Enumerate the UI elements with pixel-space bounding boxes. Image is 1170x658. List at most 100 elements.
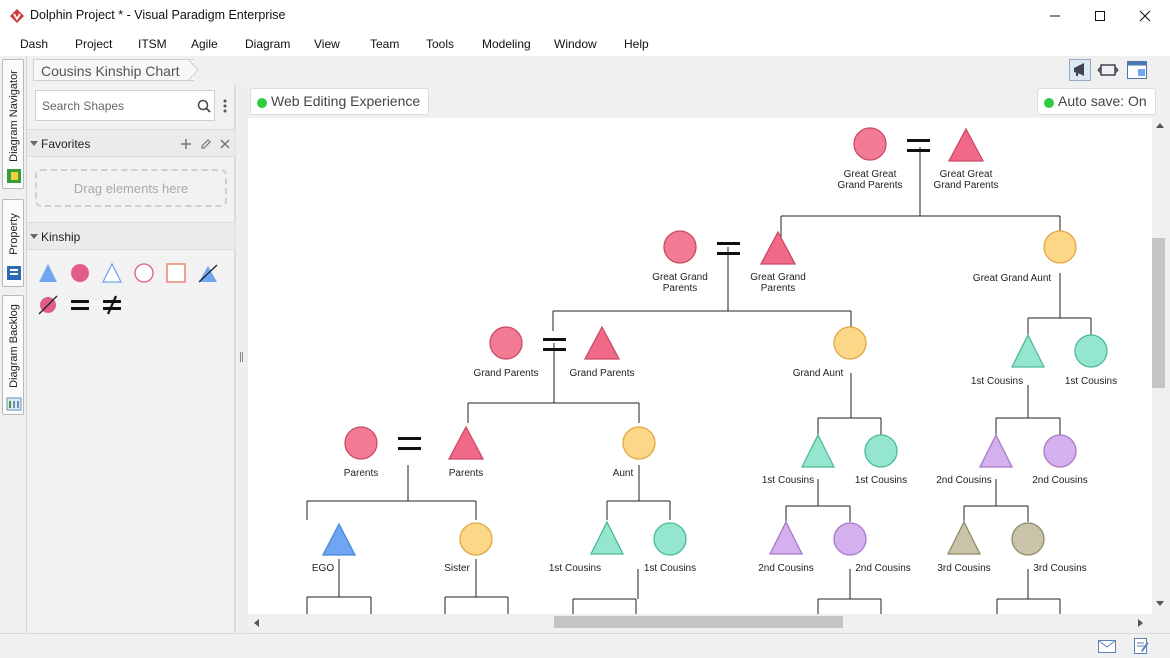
node-label-n7: Grand Parents [569, 368, 634, 379]
outline-triangle-shape-icon[interactable] [101, 262, 123, 284]
female-node[interactable] [459, 522, 493, 556]
menu-tools[interactable]: Tools [426, 37, 454, 51]
female-node[interactable] [344, 426, 378, 460]
horizontal-scroll-thumb[interactable] [554, 616, 843, 628]
female-node[interactable] [663, 230, 697, 264]
female-node[interactable] [1043, 434, 1077, 468]
search-icon[interactable] [197, 99, 211, 113]
male-node[interactable] [768, 520, 804, 555]
menu-view[interactable]: View [314, 37, 340, 51]
node-label-n12: Parents [449, 468, 483, 479]
male-node[interactable] [1010, 333, 1046, 368]
panel-splitter[interactable] [235, 85, 248, 633]
deceased-male-shape-icon[interactable] [197, 262, 219, 284]
divorce-symbol-icon[interactable] [101, 294, 123, 316]
kinship-section-header[interactable]: Kinship [27, 222, 235, 250]
close-button[interactable] [1122, 0, 1168, 32]
diagram-canvas[interactable]: Great Great Grand Parents Great Great Gran… [248, 85, 1152, 614]
scroll-right-arrow-icon[interactable] [1137, 618, 1145, 628]
tab-diagram-navigator[interactable]: Diagram Navigator [2, 59, 24, 189]
fit-diagram-button[interactable] [1097, 59, 1119, 81]
auto-save-pill[interactable]: Auto save: On [1037, 88, 1156, 115]
edit-pencil-icon[interactable] [200, 138, 212, 150]
node-label-n20: 1st Cousins [549, 563, 601, 574]
node-label-n25: 3rd Cousins [1033, 563, 1086, 574]
mail-icon[interactable] [1098, 640, 1116, 653]
female-node[interactable] [1011, 522, 1045, 556]
tab-diagram-navigator-label: Diagram Navigator [8, 70, 21, 162]
male-node[interactable] [583, 325, 621, 360]
male-node[interactable] [946, 520, 982, 555]
maximize-button[interactable] [1077, 0, 1123, 32]
deceased-female-shape-icon[interactable] [37, 294, 59, 316]
node-label-n13: Aunt [613, 468, 634, 479]
male-node[interactable] [947, 127, 985, 162]
tab-property[interactable]: Property [2, 199, 24, 287]
male-node[interactable] [447, 425, 485, 460]
marriage-symbol-icon[interactable] [69, 294, 91, 316]
male-node[interactable] [800, 433, 836, 468]
female-node[interactable] [1043, 230, 1077, 264]
female-node[interactable] [864, 434, 898, 468]
node-label-n21: 1st Cousins [644, 563, 696, 574]
megaphone-icon [1069, 59, 1091, 81]
menu-team[interactable]: Team [370, 37, 399, 51]
fit-diagram-icon [1097, 64, 1119, 76]
favorites-title: Favorites [41, 137, 91, 151]
minimize-button[interactable] [1032, 0, 1078, 32]
ego-male-node[interactable] [321, 522, 357, 556]
megaphone-button[interactable] [1069, 59, 1091, 81]
outline-circle-shape-icon[interactable] [133, 262, 155, 284]
female-node[interactable] [622, 426, 656, 460]
kinship-title: Kinship [41, 230, 81, 244]
visual-paradigm-logo-icon [10, 9, 24, 23]
scroll-up-arrow-icon[interactable] [1155, 121, 1165, 129]
male-node[interactable] [978, 433, 1014, 468]
female-node[interactable] [653, 522, 687, 556]
node-label-n15: 1st Cousins [855, 475, 907, 486]
node-label-n23: 2nd Cousins [855, 563, 911, 574]
female-node[interactable] [833, 326, 867, 360]
collapse-arrow-icon [30, 141, 38, 146]
diagram-navigator-icon [7, 169, 21, 183]
female-node[interactable] [1074, 334, 1108, 368]
more-options-icon[interactable] [222, 98, 228, 114]
node-label-n24: 3rd Cousins [937, 563, 990, 574]
property-icon [7, 266, 21, 280]
female-node[interactable] [489, 326, 523, 360]
breadcrumb-diagram-name[interactable]: Cousins Kinship Chart [33, 59, 194, 81]
outline-square-shape-icon[interactable] [165, 262, 187, 284]
male-node[interactable] [759, 230, 797, 265]
node-label-n10: 1st Cousins [1065, 376, 1117, 387]
female-node[interactable] [833, 522, 867, 556]
menu-window[interactable]: Window [554, 37, 597, 51]
male-node[interactable] [589, 520, 625, 555]
node-label-n18: EGO [312, 563, 334, 574]
remove-icon[interactable] [219, 138, 231, 150]
favorites-drop-zone[interactable]: Drag elements here [35, 169, 227, 207]
breadcrumb-arrow-icon [188, 59, 199, 81]
menu-dash[interactable]: Dash [20, 37, 48, 51]
web-editing-pill[interactable]: Web Editing Experience [250, 88, 430, 115]
menu-itsm[interactable]: ITSM [138, 37, 167, 51]
favorites-section-header[interactable]: Favorites [27, 129, 235, 157]
scroll-down-arrow-icon[interactable] [1155, 600, 1165, 608]
female-circle-shape-icon[interactable] [69, 262, 91, 284]
menu-project[interactable]: Project [75, 37, 112, 51]
tab-diagram-backlog-label: Diagram Backlog [8, 304, 21, 388]
menu-modeling[interactable]: Modeling [482, 37, 531, 51]
add-icon[interactable] [180, 138, 192, 150]
menu-diagram[interactable]: Diagram [245, 37, 290, 51]
search-shapes-input[interactable] [36, 91, 186, 120]
female-node[interactable] [853, 127, 887, 161]
male-triangle-shape-icon[interactable] [37, 262, 59, 284]
notes-icon[interactable] [1133, 637, 1149, 655]
vertical-scroll-thumb[interactable] [1152, 238, 1165, 388]
minimize-icon [1050, 15, 1060, 17]
menu-agile[interactable]: Agile [191, 37, 218, 51]
scroll-left-arrow-icon[interactable] [252, 618, 260, 628]
menu-help[interactable]: Help [624, 37, 649, 51]
tab-diagram-backlog[interactable]: Diagram Backlog [2, 295, 24, 415]
panel-layout-button[interactable] [1126, 59, 1148, 81]
node-label-n8: Grand Aunt [793, 368, 844, 379]
